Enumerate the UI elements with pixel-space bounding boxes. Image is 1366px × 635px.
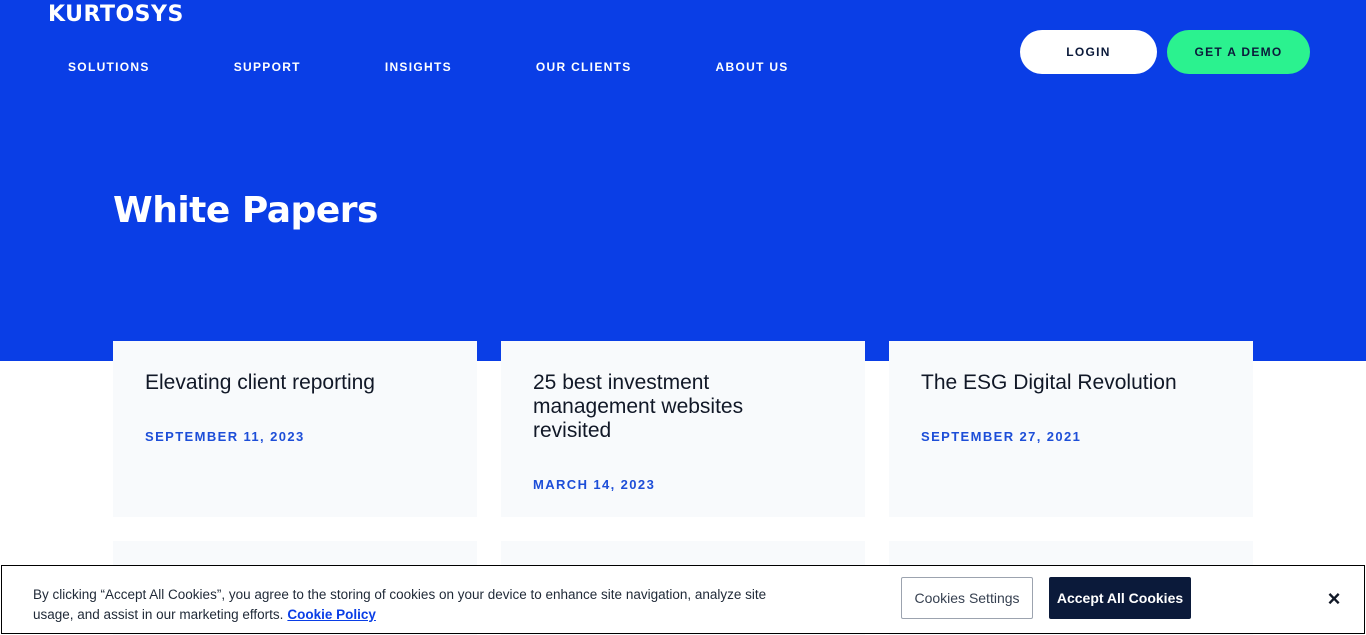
cookie-message: By clicking “Accept All Cookies”, you ag…	[33, 585, 773, 625]
hero-banner: KURTOSYS SOLUTIONS SUPPORT INSIGHTS OUR …	[0, 0, 1366, 361]
cookies-settings-button[interactable]: Cookies Settings	[901, 577, 1033, 619]
card-date: MARCH 14, 2023	[533, 477, 656, 492]
cookie-message-text: By clicking “Accept All Cookies”, you ag…	[33, 587, 767, 622]
cookie-policy-link[interactable]: Cookie Policy	[287, 607, 376, 622]
card-title[interactable]: Elevating client reporting	[145, 371, 445, 395]
main-nav: SOLUTIONS SUPPORT INSIGHTS OUR CLIENTS A…	[68, 60, 789, 74]
card-date: SEPTEMBER 11, 2023	[145, 429, 305, 444]
white-paper-card[interactable]: Elevating client reporting SEPTEMBER 11,…	[113, 341, 477, 517]
page-title: White Papers	[113, 190, 378, 231]
kurtosys-logo[interactable]: KURTOSYS	[48, 2, 184, 27]
nav-our-clients[interactable]: OUR CLIENTS	[536, 60, 632, 74]
login-button[interactable]: LOGIN	[1020, 30, 1157, 74]
nav-insights[interactable]: INSIGHTS	[385, 60, 452, 74]
nav-support[interactable]: SUPPORT	[234, 60, 301, 74]
close-icon[interactable]: ×	[1323, 586, 1345, 611]
card-date: SEPTEMBER 27, 2021	[921, 429, 1082, 444]
card-title[interactable]: The ESG Digital Revolution	[921, 371, 1221, 395]
get-a-demo-button[interactable]: GET A DEMO	[1167, 30, 1310, 74]
nav-about-us[interactable]: ABOUT US	[716, 60, 789, 74]
cookie-banner: By clicking “Accept All Cookies”, you ag…	[1, 565, 1365, 634]
nav-solutions[interactable]: SOLUTIONS	[68, 60, 150, 74]
white-paper-card[interactable]: 25 best investment management websites r…	[501, 341, 865, 517]
white-paper-card[interactable]: The ESG Digital Revolution SEPTEMBER 27,…	[889, 341, 1253, 517]
accept-all-cookies-button[interactable]: Accept All Cookies	[1049, 577, 1191, 619]
card-title[interactable]: 25 best investment management websites r…	[533, 371, 793, 443]
